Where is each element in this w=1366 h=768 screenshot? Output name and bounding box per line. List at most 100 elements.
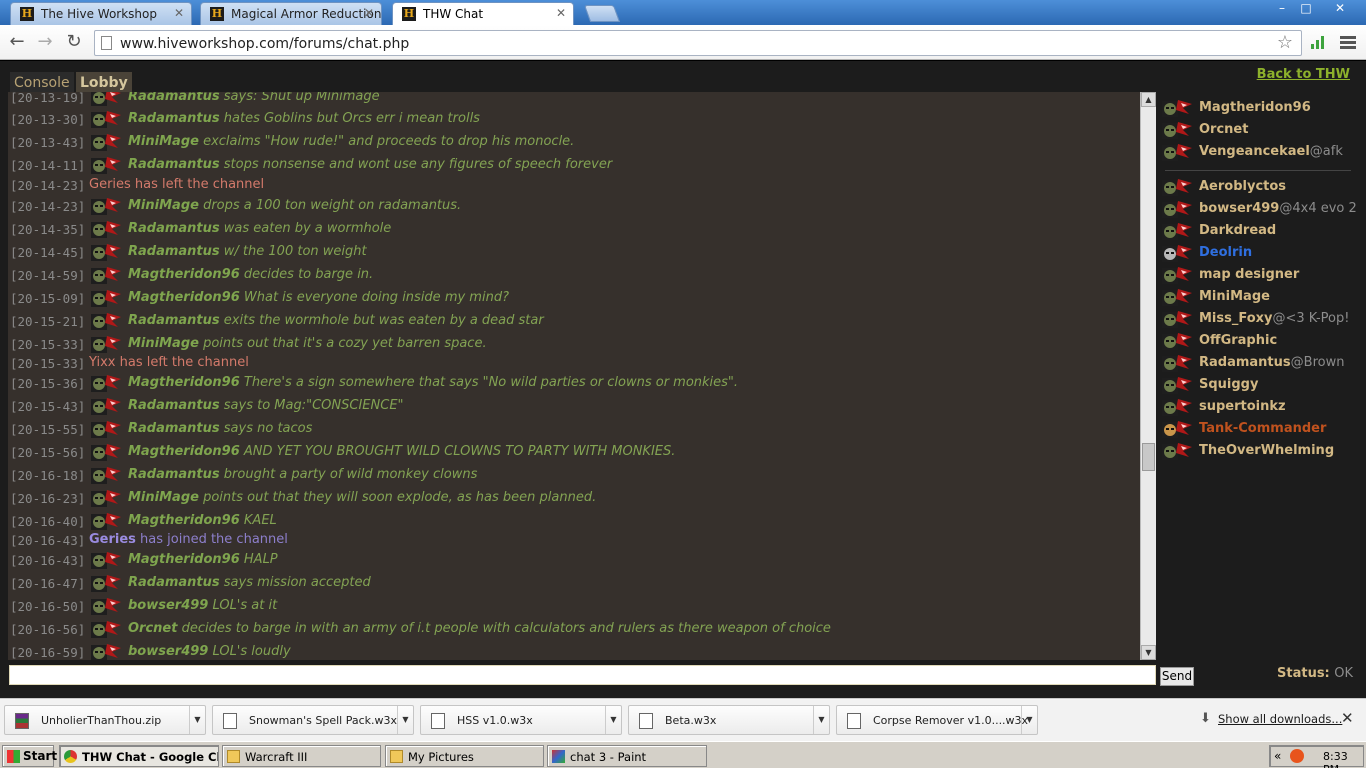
back-icon[interactable]: ← — [5, 31, 29, 53]
back-to-thw-link[interactable]: Back to THW — [1257, 67, 1350, 82]
avatar — [90, 442, 124, 462]
download-item[interactable]: HSS v1.0.w3x ▼ — [420, 705, 622, 735]
avatar — [1161, 309, 1193, 329]
timestamp: [20-13-43] — [10, 135, 86, 150]
taskbar-item-paint[interactable]: chat 3 - Paint — [547, 745, 707, 767]
map-file-icon — [847, 713, 861, 729]
chat-username[interactable]: Radamantus — [128, 575, 220, 590]
user-name[interactable]: Tank-Commander — [1199, 421, 1326, 436]
close-tab-icon[interactable]: ✕ — [174, 6, 184, 20]
download-item[interactable]: Beta.w3x ▼ — [628, 705, 830, 735]
avatar — [90, 373, 124, 393]
chat-username[interactable]: MiniMage — [128, 134, 199, 149]
chat-username[interactable]: Magtheridon96 — [128, 375, 240, 390]
scroll-down-icon[interactable]: ▼ — [1141, 645, 1156, 660]
extension-signal-icon[interactable] — [1310, 34, 1326, 50]
user-status: @Brown — [1290, 355, 1345, 370]
download-name: Corpse Remover v1.0....w3x — [873, 714, 1029, 727]
user-name[interactable]: map designer — [1199, 267, 1299, 282]
tab-console[interactable]: Console — [10, 72, 74, 94]
user-name[interactable]: bowser499@4x4 evo 2 — [1199, 201, 1357, 216]
forward-icon[interactable]: → — [33, 31, 57, 53]
user-name-text: MiniMage — [1199, 289, 1270, 304]
chevron-down-icon[interactable]: ▼ — [189, 706, 205, 734]
chat-username[interactable]: Radamantus — [128, 313, 220, 328]
browser-tab-active[interactable]: H THW Chat ✕ — [392, 2, 574, 26]
chat-username[interactable]: Radamantus — [128, 92, 220, 104]
user-name[interactable]: Miss_Foxy@<3 K-Pop! — [1199, 311, 1349, 326]
user-name[interactable]: Deolrin — [1199, 245, 1252, 260]
avatar — [90, 642, 124, 660]
bookmark-star-icon[interactable]: ☆ — [1277, 32, 1293, 53]
chat-username[interactable]: Radamantus — [128, 157, 220, 172]
chevron-down-icon[interactable]: ▼ — [1021, 706, 1037, 734]
chat-username[interactable]: Magtheridon96 — [128, 513, 240, 528]
browser-tab[interactable]: H The Hive Workshop ✕ — [10, 2, 192, 25]
user-name[interactable]: supertoinkz — [1199, 399, 1286, 414]
user-name[interactable]: MiniMage — [1199, 289, 1270, 304]
chat-username[interactable]: Magtheridon96 — [128, 552, 240, 567]
join-username[interactable]: Geries — [89, 532, 136, 547]
reload-icon[interactable]: ↻ — [62, 31, 86, 53]
chat-username[interactable]: Magtheridon96 — [128, 290, 240, 305]
chat-username[interactable]: Radamantus — [128, 221, 220, 236]
chat-username[interactable]: Radamantus — [128, 398, 220, 413]
taskbar-item-warcraft[interactable]: Warcraft III — [222, 745, 381, 767]
chevron-down-icon[interactable]: ▼ — [397, 706, 413, 734]
maximize-icon[interactable]: □ — [1291, 0, 1321, 19]
chrome-menu-icon[interactable] — [1340, 36, 1356, 50]
download-item[interactable]: UnholierThanThou.zip ▼ — [4, 705, 206, 735]
chevron-down-icon[interactable]: ▼ — [813, 706, 829, 734]
chat-username[interactable]: MiniMage — [128, 198, 199, 213]
close-tab-icon[interactable]: ✕ — [556, 6, 566, 20]
screen: H The Hive Workshop ✕ H Magical Armor Re… — [0, 0, 1366, 768]
download-item[interactable]: Snowman's Spell Pack.w3x ▼ — [212, 705, 414, 735]
scroll-thumb[interactable] — [1142, 443, 1155, 471]
chat-username[interactable]: Magtheridon96 — [128, 267, 240, 282]
message-input[interactable] — [9, 665, 1156, 685]
chat-username[interactable]: Radamantus — [128, 421, 220, 436]
browser-tab[interactable]: H Magical Armor Reduction - Th ✕ — [200, 2, 382, 25]
chat-username[interactable]: Radamantus — [128, 467, 220, 482]
user-name[interactable]: OffGraphic — [1199, 333, 1277, 348]
taskbar-item-chrome[interactable]: THW Chat - Google Ch... — [59, 745, 219, 767]
chat-username[interactable]: Radamantus — [128, 244, 220, 259]
chat-text: What is everyone doing inside my mind? — [239, 290, 509, 305]
chat-scrollbar[interactable]: ▲ ▼ — [1140, 92, 1156, 660]
download-item[interactable]: Corpse Remover v1.0....w3x ▼ — [836, 705, 1038, 735]
start-button[interactable]: Start — [2, 745, 57, 767]
tray-expand-icon[interactable]: « — [1274, 749, 1281, 763]
avatar — [1161, 120, 1193, 140]
download-name: HSS v1.0.w3x — [457, 714, 533, 727]
close-shelf-icon[interactable]: ✕ — [1341, 709, 1354, 727]
chat-message: Radamantus exits the wormhole but was ea… — [128, 313, 544, 328]
hive-favicon-icon: H — [210, 7, 224, 21]
close-window-icon[interactable]: ✕ — [1325, 0, 1355, 19]
taskbar-item-pictures[interactable]: My Pictures — [385, 745, 544, 767]
tray-app-icon[interactable] — [1290, 749, 1304, 763]
chat-username[interactable]: bowser499 — [128, 598, 208, 613]
chat-username[interactable]: MiniMage — [128, 490, 199, 505]
chat-username[interactable]: Radamantus — [128, 111, 220, 126]
user-name[interactable]: Orcnet — [1199, 122, 1248, 137]
user-name[interactable]: Magtheridon96 — [1199, 100, 1311, 115]
user-name[interactable]: Aeroblyctos — [1199, 179, 1286, 194]
user-name[interactable]: Squiggy — [1199, 377, 1258, 392]
new-tab-button[interactable] — [583, 5, 621, 22]
scroll-up-icon[interactable]: ▲ — [1141, 92, 1156, 107]
chat-username[interactable]: MiniMage — [128, 336, 199, 351]
chat-username[interactable]: bowser499 — [128, 644, 208, 659]
chat-username[interactable]: Orcnet — [128, 621, 177, 636]
close-tab-icon[interactable]: ✕ — [364, 6, 374, 20]
address-bar[interactable]: www.hiveworkshop.com/forums/chat.php ☆ — [94, 30, 1302, 56]
send-button[interactable]: Send — [1160, 667, 1194, 686]
user-name[interactable]: TheOverWhelming — [1199, 443, 1334, 458]
user-name[interactable]: Vengeancekael@afk — [1199, 144, 1343, 159]
chevron-down-icon[interactable]: ▼ — [605, 706, 621, 734]
tab-lobby[interactable]: Lobby — [76, 72, 132, 94]
user-name-text: Squiggy — [1199, 377, 1259, 392]
show-all-downloads-link[interactable]: Show all downloads... — [1218, 712, 1342, 726]
chat-username[interactable]: Magtheridon96 — [128, 444, 240, 459]
user-name[interactable]: Radamantus@Brown — [1199, 355, 1344, 370]
user-name[interactable]: Darkdread — [1199, 223, 1276, 238]
